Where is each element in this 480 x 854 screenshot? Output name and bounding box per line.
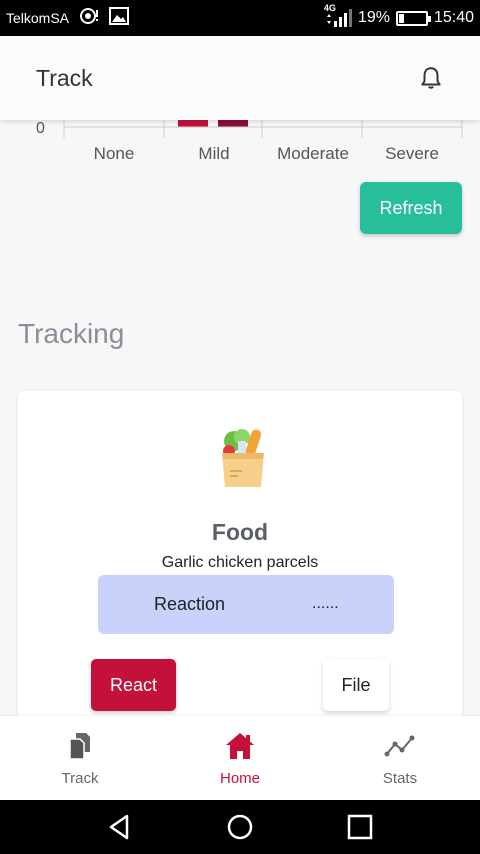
- nav-item-home[interactable]: Home: [160, 716, 320, 800]
- recents-icon[interactable]: [345, 812, 375, 842]
- documents-icon: [69, 732, 90, 760]
- bar-mild-1: [178, 120, 208, 127]
- battery-percent: 19%: [357, 9, 390, 26]
- bottom-navigation: Track Home Stats: [0, 716, 480, 800]
- signal-icon: 4G: [324, 3, 352, 29]
- nav-label: Track: [61, 769, 99, 787]
- gallery-icon: [109, 7, 130, 29]
- x-tick-label: Moderate: [277, 144, 349, 163]
- grocery-bag-icon: [218, 427, 268, 489]
- home-icon: [226, 732, 254, 759]
- clock: 15:40: [433, 9, 474, 26]
- back-icon[interactable]: [105, 812, 135, 842]
- carrier-name: TelkomSA: [6, 10, 70, 26]
- bell-icon[interactable]: [418, 65, 444, 91]
- x-tick-label: Mild: [198, 144, 230, 163]
- nav-label: Home: [219, 769, 260, 787]
- x-tick-label: None: [93, 144, 135, 163]
- x-tick-label: Severe: [385, 144, 439, 163]
- food-name: Garlic chicken parcels: [161, 554, 319, 571]
- system-nav-bar: [0, 800, 480, 854]
- home-circle-icon[interactable]: [225, 812, 255, 842]
- reaction-value: ......: [312, 595, 339, 612]
- nav-item-stats[interactable]: Stats: [320, 716, 480, 800]
- nav-item-track[interactable]: Track: [0, 716, 160, 800]
- page-title: Track: [36, 64, 93, 91]
- refresh-button[interactable]: Refresh: [360, 182, 462, 234]
- tracking-card: Food Garlic chicken parcels Reaction ...…: [18, 391, 462, 731]
- react-button[interactable]: React: [91, 659, 176, 711]
- line-chart-icon: [384, 735, 415, 756]
- battery-icon: [395, 10, 431, 26]
- nav-label: Stats: [382, 769, 418, 787]
- reaction-label: Reaction: [154, 594, 226, 614]
- chart-axis: [63, 120, 463, 138]
- card-title: Food: [211, 519, 269, 545]
- app-bar: Track: [0, 36, 480, 120]
- file-button[interactable]: File: [323, 659, 389, 711]
- bar-mild-2: [218, 120, 248, 127]
- hotspot-icon: [79, 7, 99, 29]
- status-bar: TelkomSA 4G 19% 15:40: [0, 0, 480, 36]
- severity-chart: 0 None Mild Moderate Severe: [0, 120, 480, 180]
- reaction-field[interactable]: Reaction ......: [98, 575, 394, 634]
- section-title: Tracking: [18, 318, 125, 349]
